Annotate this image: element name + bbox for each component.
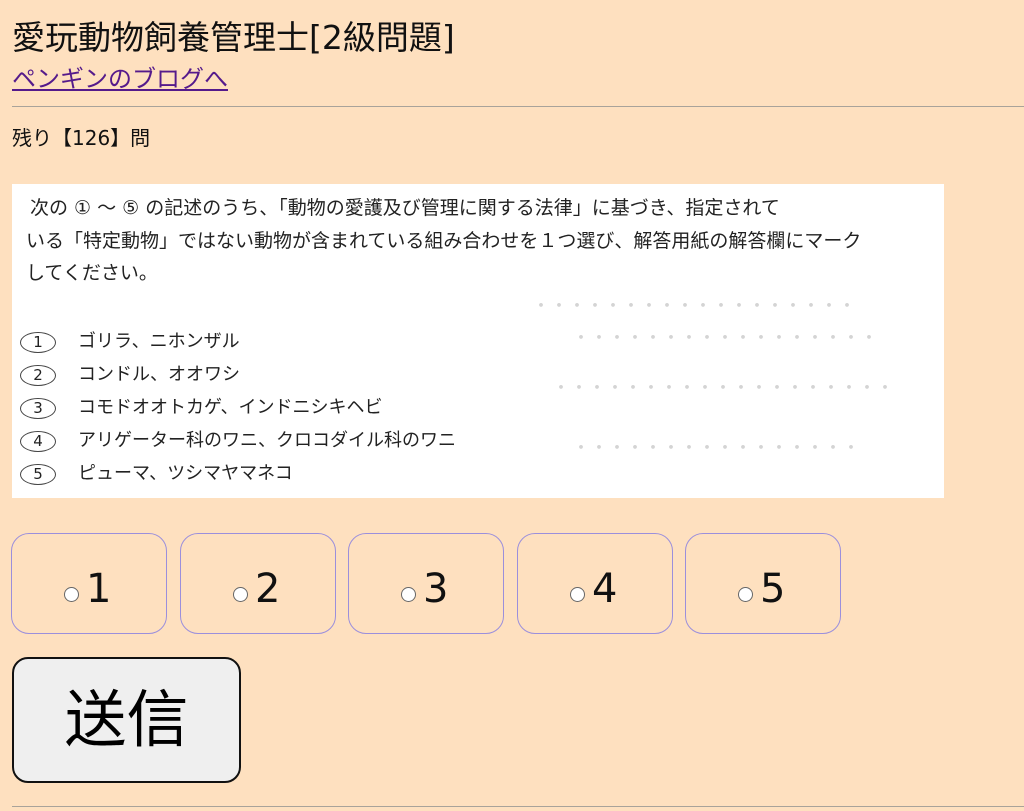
radio-button[interactable]: [401, 587, 416, 602]
choice-item: 1 ゴリラ、ニホンザル: [20, 327, 240, 357]
option-label: 4: [592, 566, 618, 612]
choice-text: アリゲーター科のワニ、クロコダイル科のワニ: [78, 430, 456, 451]
remaining-count: 残り【126】問: [12, 126, 151, 150]
answer-option-2[interactable]: 2: [180, 533, 336, 634]
submit-button[interactable]: 送信: [12, 657, 241, 783]
choice-text: コモドオオトカゲ、インドニシキヘビ: [78, 397, 383, 418]
choice-item: 2 コンドル、オオワシ: [20, 360, 240, 390]
answer-option-5[interactable]: 5: [685, 533, 841, 634]
radio-button[interactable]: [233, 587, 248, 602]
bleed-through-text: ・・・・・・・・・・・・・・・・・・・: [552, 378, 894, 399]
question-image: ・・・・・・・・・・・・・・・・・・ ・・・・・・・・・・・・・・・・・ ・・・…: [12, 184, 944, 498]
question-text-line: 次の ① 〜 ⑤ の記述のうち、「動物の愛護及び管理に関する法律」に基づき、指定…: [30, 197, 780, 219]
radio-button[interactable]: [64, 587, 79, 602]
choice-number: 4: [20, 430, 56, 452]
bleed-through-text: ・・・・・・・・・・・・・・・・・: [572, 328, 878, 349]
choice-text: ゴリラ、ニホンザル: [78, 331, 240, 352]
question-text-line: いる「特定動物」ではない動物が含まれている組み合わせを１つ選び、解答用紙の解答欄…: [26, 230, 862, 252]
divider-bottom: [12, 806, 1024, 807]
answer-option-1[interactable]: 1: [11, 533, 167, 634]
choice-text: コンドル、オオワシ: [78, 364, 240, 385]
choice-text: ピューマ、ツシマヤマネコ: [78, 463, 293, 484]
divider-top: [12, 106, 1024, 107]
radio-button[interactable]: [738, 587, 753, 602]
option-label: 2: [255, 566, 281, 612]
question-text-line: してください。: [26, 262, 158, 284]
choice-item: 3 コモドオオトカゲ、インドニシキヘビ: [20, 393, 383, 423]
radio-button[interactable]: [570, 587, 585, 602]
choice-number: 2: [20, 364, 56, 386]
bleed-through-text: ・・・・・・・・・・・・・・・・: [572, 438, 860, 459]
answer-option-3[interactable]: 3: [348, 533, 504, 634]
answer-option-4[interactable]: 4: [517, 533, 673, 634]
choice-item: 5 ピューマ、ツシマヤマネコ: [20, 459, 293, 489]
choice-number: 3: [20, 397, 56, 419]
bleed-through-text: ・・・・・・・・・・・・・・・・・・: [532, 296, 856, 317]
choice-item: 4 アリゲーター科のワニ、クロコダイル科のワニ: [20, 426, 456, 456]
option-label: 1: [86, 566, 112, 612]
option-label: 5: [760, 566, 786, 612]
choice-number: 1: [20, 331, 56, 353]
choice-number: 5: [20, 463, 56, 485]
option-label: 3: [423, 566, 449, 612]
blog-link[interactable]: ペンギンのブログへ: [12, 64, 228, 94]
page-title: 愛玩動物飼養管理士[2級問題]: [12, 18, 455, 57]
